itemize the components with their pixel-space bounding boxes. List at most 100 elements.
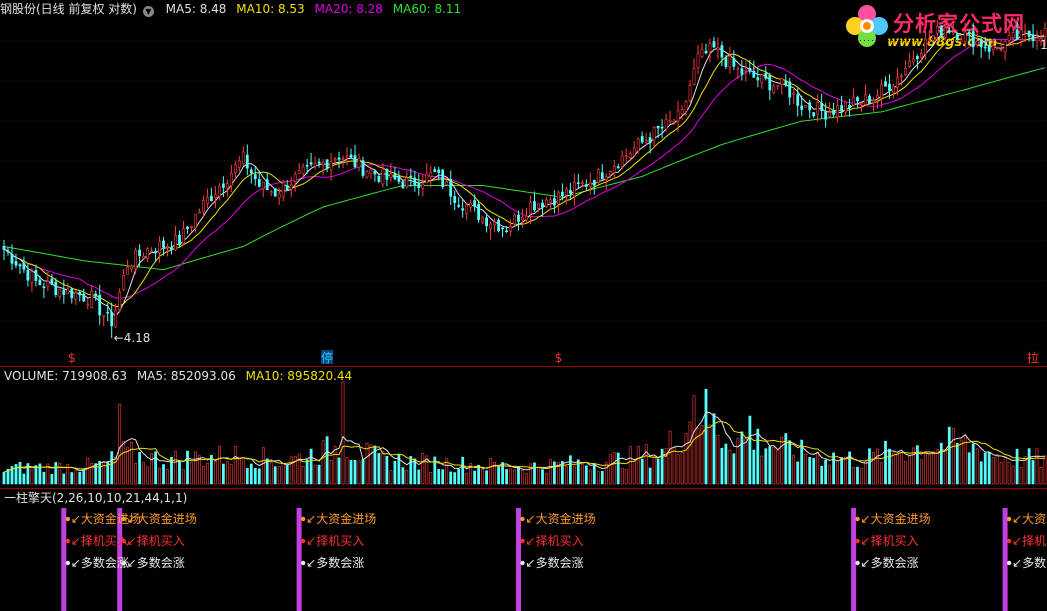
candle-body (361, 160, 365, 176)
volume-bar (764, 448, 768, 485)
candle-body (341, 158, 345, 160)
candle-body (708, 43, 712, 52)
volume-bar (919, 459, 923, 485)
candle-body (229, 173, 233, 186)
volume-bar (864, 460, 867, 485)
volume-bar (513, 469, 516, 485)
candle-body (373, 170, 377, 175)
volume-bar (564, 466, 568, 485)
volume-bar (229, 464, 233, 485)
candle-body (214, 194, 217, 199)
volume-bar (329, 459, 333, 485)
candle-body (453, 196, 457, 203)
candle-body (102, 314, 106, 318)
volume-bar (608, 454, 612, 485)
candle-body (692, 68, 696, 86)
volume-bar (241, 457, 245, 485)
signal-label-big-money: ↙大资金进场 (126, 512, 197, 526)
candle-body (401, 181, 405, 189)
candle-body (281, 182, 285, 197)
volume-bar (429, 472, 433, 485)
candle-body (935, 26, 939, 34)
candle-body (616, 166, 620, 169)
candle-body (872, 99, 875, 104)
candle-body (289, 184, 293, 190)
candle-body (728, 55, 732, 68)
volume-bar (166, 468, 169, 485)
candle-body (309, 162, 313, 165)
candle-body (154, 251, 158, 253)
candle-body (353, 155, 357, 168)
volume-bar (174, 450, 177, 485)
volume-bar (824, 459, 828, 485)
volume-bar (70, 472, 74, 485)
low-price-label: ←4.18 (113, 331, 151, 346)
signal-label-rise: ↙多数会涨 (126, 556, 185, 570)
candle-body (951, 31, 955, 34)
volume-bar (58, 462, 62, 485)
volume-bar (194, 451, 197, 485)
candle-body (740, 68, 744, 75)
volume-bar (269, 462, 273, 485)
volume-bar (473, 470, 477, 485)
candle-body (437, 169, 441, 173)
candle-body (712, 41, 716, 48)
volume-bar (325, 436, 329, 485)
candle-body (1015, 29, 1019, 40)
volume-bar (305, 459, 309, 485)
candle-body (158, 241, 162, 254)
candle-body (349, 154, 353, 158)
volume-bar (580, 464, 584, 485)
volume-bar (1031, 460, 1035, 485)
top-right-mark: 1 (1040, 38, 1047, 52)
candle-body (963, 31, 967, 42)
price-marker: $ (68, 351, 76, 365)
volume-bar (560, 461, 564, 485)
candle-body (249, 169, 253, 174)
candle-body (126, 266, 130, 275)
candle-body (987, 46, 991, 52)
candle-body (580, 182, 584, 184)
volume-bar (281, 463, 285, 485)
signal-dot (855, 560, 860, 566)
volume-bar (756, 428, 760, 485)
candle-body (576, 182, 580, 184)
candle-body (752, 71, 756, 78)
volume-bar (2, 471, 6, 485)
volume-bar (437, 468, 441, 485)
candle-body (74, 292, 78, 300)
volume-bar (237, 456, 241, 485)
volume-bar (1003, 457, 1007, 485)
candle-body (792, 92, 796, 95)
candle-body (1031, 34, 1035, 42)
candle-body (138, 249, 142, 257)
volume-bar (525, 473, 528, 485)
volume-bar (768, 446, 772, 485)
signal-dot (1006, 560, 1012, 566)
volume-bar (385, 455, 389, 485)
candle-body (186, 226, 189, 230)
candles (2, 18, 1047, 339)
candle-body (632, 147, 636, 156)
volume-bar (409, 456, 413, 485)
candle-body (756, 77, 760, 81)
volume-bar (441, 469, 445, 485)
candle-body (134, 250, 138, 270)
candle-body (971, 31, 975, 48)
candle-body (509, 226, 512, 232)
volume-bar (265, 458, 269, 485)
signal-label-big-money: ↙大资金进场 (306, 512, 377, 526)
volume-bar (971, 443, 975, 485)
volume-bar (50, 474, 54, 485)
volume-bar (772, 446, 776, 485)
volume-bar (947, 426, 951, 485)
candle-body (760, 74, 764, 83)
candle-body (313, 163, 317, 167)
candle-body (955, 33, 959, 40)
volume-bar (616, 452, 620, 485)
volume-bar (381, 450, 385, 485)
candle-body (564, 188, 568, 196)
volume-bar (760, 455, 764, 485)
signal-dot (855, 516, 860, 522)
candle-body (700, 49, 704, 58)
